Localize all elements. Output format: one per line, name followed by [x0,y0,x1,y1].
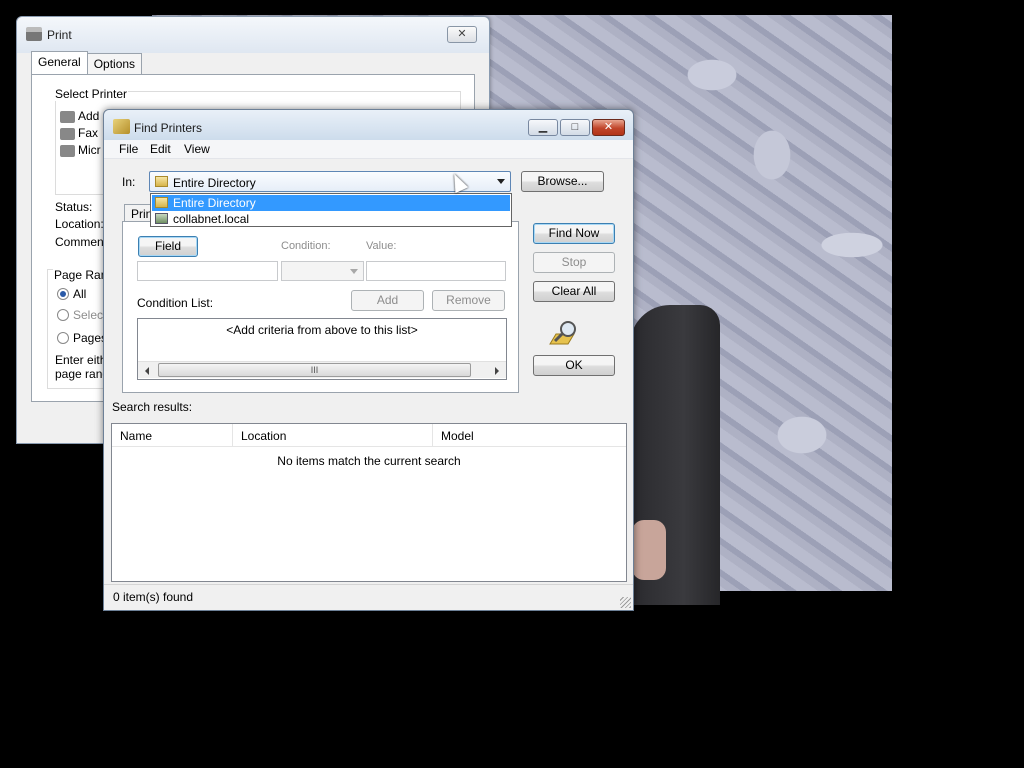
radio-pages[interactable]: Pages [57,331,107,345]
find-now-button[interactable]: Find Now [533,223,615,244]
domain-icon [155,213,168,224]
menu-view[interactable]: View [184,142,210,156]
radio-pages-indicator [57,332,69,344]
scroll-thumb[interactable]: III [158,363,471,377]
in-label: In: [122,175,136,189]
radio-selection-indicator [57,309,69,321]
condition-list-label: Condition List: [137,296,214,310]
field-input[interactable] [137,261,278,281]
status-text: 0 item(s) found [113,590,194,604]
printer-icon [60,144,75,157]
scroll-left-icon[interactable] [145,367,149,375]
results-empty-text: No items match the current search [277,454,461,468]
print-titlebar: Print ✕ [17,17,489,53]
remove-button[interactable]: Remove [432,290,505,311]
search-results-list[interactable]: Name Location Model No items match the c… [111,423,627,582]
menu-edit[interactable]: Edit [150,142,171,156]
minimize-button[interactable]: ▁ [528,119,558,136]
status-bar: 0 item(s) found [104,584,633,610]
fax-icon [60,127,75,140]
printer-icon [26,27,42,41]
value-input[interactable] [366,261,506,281]
print-tabs: General Options [31,51,143,75]
find-printers-icon [113,119,130,134]
clear-all-button[interactable]: Clear All [533,281,615,302]
condition-label: Condition: [281,240,331,252]
add-button[interactable]: Add [351,290,424,311]
scroll-right-icon[interactable] [495,367,499,375]
find-printers-window: Find Printers ▁ □ ✕ File Edit View In: E… [103,109,634,611]
browse-button[interactable]: Browse... [521,171,604,192]
in-dropdown-list: Entire Directory collabnet.local [150,193,512,227]
status-label: Status: [55,200,93,214]
printer-item-add[interactable]: Add [60,109,99,123]
ok-button[interactable]: OK [533,355,615,376]
resize-grip-icon[interactable] [620,597,631,608]
column-header-name[interactable]: Name [112,424,233,447]
tab-general[interactable]: General [31,51,88,74]
menu-bar: File Edit View [104,140,633,159]
in-combobox-value: Entire Directory [173,176,256,190]
directory-icon [155,176,168,187]
tab-options[interactable]: Options [86,53,143,74]
stop-button[interactable]: Stop [533,252,615,273]
location-label: Location: [55,217,104,231]
page-range-hint-2: page rang [55,367,110,381]
directory-icon [155,197,168,208]
video-hand [632,520,666,580]
condition-list-empty-text: <Add criteria from above to this list> [226,323,418,337]
select-printer-label: Select Printer [54,87,129,101]
dropdown-option-collabnet[interactable]: collabnet.local [152,211,510,227]
printer-item-micr[interactable]: Micr [60,143,101,157]
close-button[interactable]: ✕ [592,119,625,136]
radio-all[interactable]: All [57,287,86,301]
search-magnifier-icon [549,321,576,345]
chevron-down-icon[interactable] [497,179,505,184]
add-printer-icon [60,110,75,123]
column-header-model[interactable]: Model [433,424,626,447]
maximize-button[interactable]: □ [560,119,590,136]
advanced-criteria-panel: Field Condition: Value: Condition List: … [122,221,519,393]
value-label: Value: [366,240,397,252]
column-header-location[interactable]: Location [233,424,433,447]
condition-list-scrollbar[interactable]: III [138,361,506,378]
printer-item-fax[interactable]: Fax [60,126,98,140]
print-window-title: Print [47,28,72,42]
find-printers-title: Find Printers [134,121,203,135]
radio-all-indicator [57,288,69,300]
condition-list[interactable]: <Add criteria from above to this list> I… [137,318,507,380]
menu-file[interactable]: File [119,142,138,156]
print-close-button[interactable]: ✕ [447,26,477,43]
field-button[interactable]: Field [138,236,198,257]
condition-select[interactable] [281,261,364,281]
search-results-label: Search results: [112,400,193,414]
find-printers-titlebar: Find Printers ▁ □ ✕ [104,110,633,140]
dropdown-option-entire-directory[interactable]: Entire Directory [152,195,510,211]
